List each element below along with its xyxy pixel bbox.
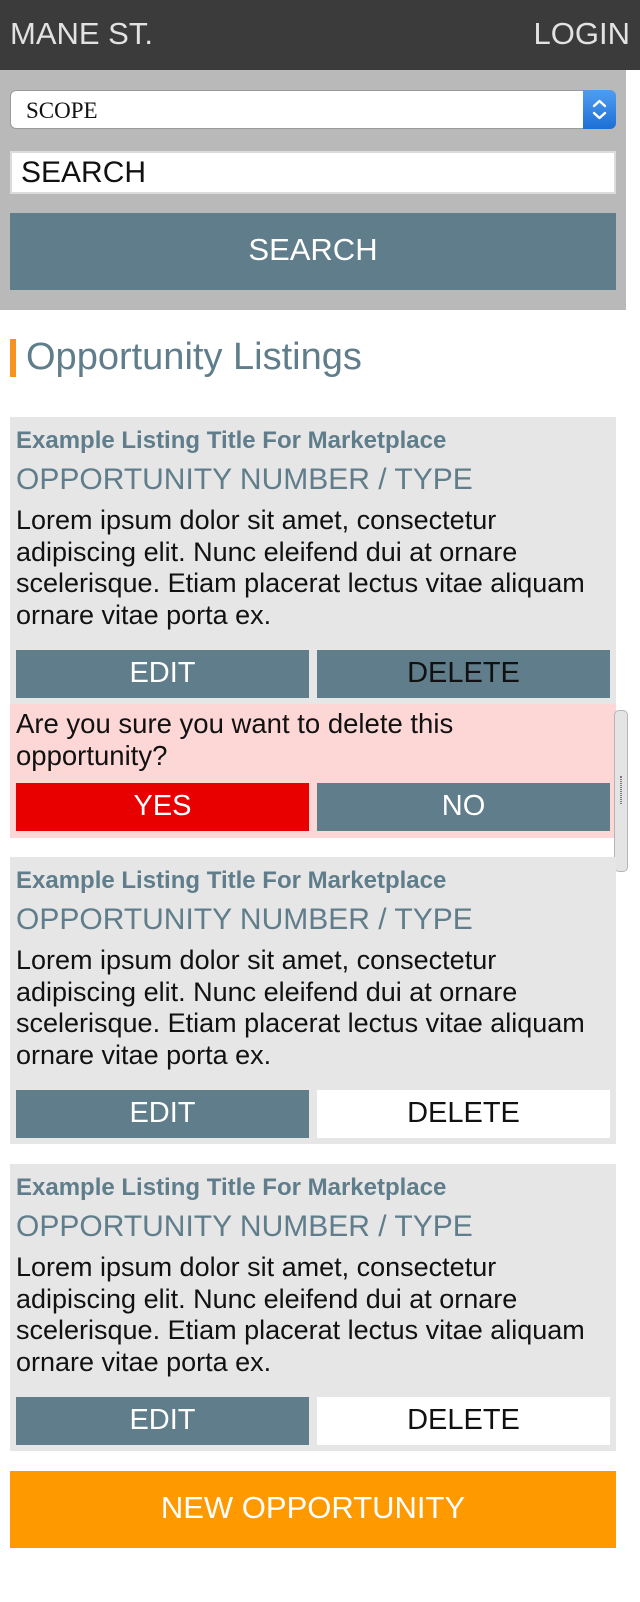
delete-confirmation: Are you sure you want to delete this opp… [10,704,616,838]
delete-button[interactable]: DELETE [317,1090,610,1138]
scroll-handle-icon[interactable] [614,710,628,872]
listing-type: OPPORTUNITY NUMBER / TYPE [16,1210,473,1243]
confirm-yes-button[interactable]: YES [16,783,309,831]
listing-card: Example Listing Title For Marketplace OP… [10,1164,616,1451]
search-input[interactable] [12,153,614,192]
chevron-up-down-icon[interactable] [583,90,616,129]
page-title-text: Opportunity Listings [26,336,362,378]
confirm-no-button[interactable]: NO [317,783,610,831]
search-panel: SCOPE SEARCH [0,70,626,310]
listing-card: Example Listing Title For Marketplace OP… [10,857,616,1144]
new-opportunity-button[interactable]: NEW OPPORTUNITY [10,1471,616,1548]
listing-title[interactable]: Example Listing Title For Marketplace [16,427,446,455]
listing-description: Lorem ipsum dolor sit amet, consectetur … [16,945,585,1070]
search-field[interactable] [10,151,616,194]
delete-button[interactable]: DELETE [317,650,610,698]
delete-button[interactable]: DELETE [317,1397,610,1445]
confirmation-question: Are you sure you want to delete this opp… [16,708,454,771]
listing-title[interactable]: Example Listing Title For Marketplace [16,867,446,895]
login-link[interactable]: LOGIN [534,16,630,52]
search-button[interactable]: SEARCH [10,213,616,290]
page-title: Opportunity Listings [10,336,362,378]
listing-description: Lorem ipsum dolor sit amet, consectetur … [16,1252,585,1377]
listing-type: OPPORTUNITY NUMBER / TYPE [16,463,473,496]
edit-button[interactable]: EDIT [16,650,309,698]
top-bar: MANE ST. LOGIN [0,0,640,70]
scope-select-value: SCOPE [26,98,98,123]
listing-description: Lorem ipsum dolor sit amet, consectetur … [16,505,585,630]
listing-card: Example Listing Title For Marketplace OP… [10,417,616,706]
listing-type: OPPORTUNITY NUMBER / TYPE [16,903,473,936]
edit-button[interactable]: EDIT [16,1090,309,1138]
listing-title[interactable]: Example Listing Title For Marketplace [16,1174,446,1202]
brand-logo[interactable]: MANE ST. [10,16,153,52]
edit-button[interactable]: EDIT [16,1397,309,1445]
scope-select[interactable]: SCOPE [10,90,616,129]
